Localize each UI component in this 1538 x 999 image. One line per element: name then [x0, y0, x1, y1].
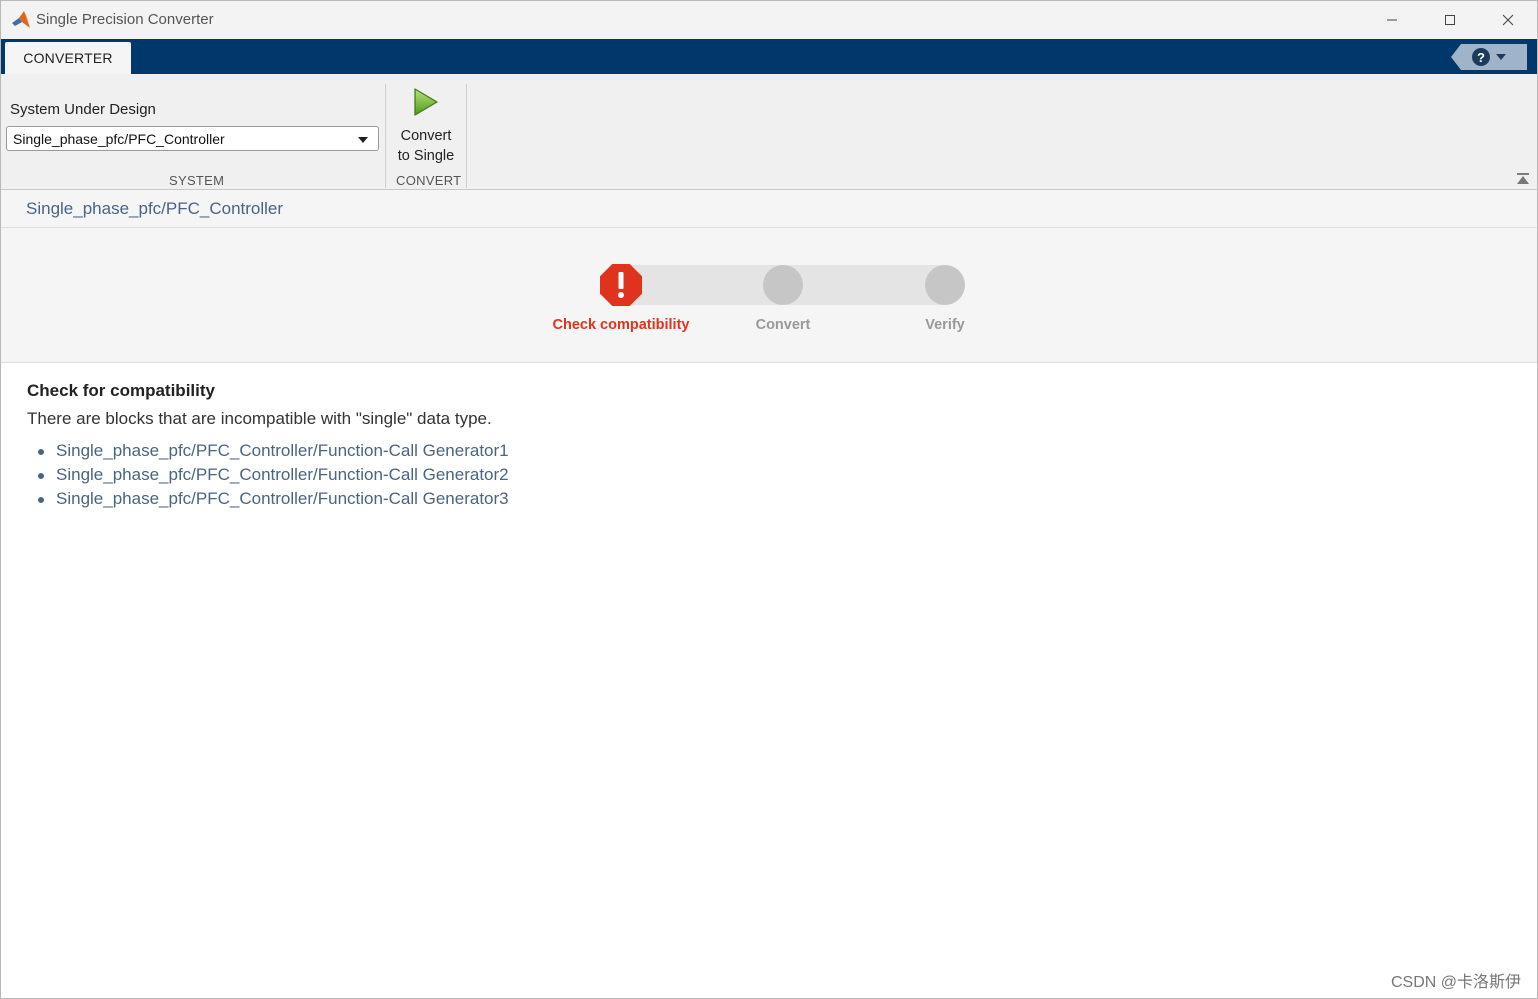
close-button[interactable] — [1479, 1, 1537, 39]
maximize-button[interactable] — [1421, 1, 1479, 39]
maximize-icon — [1445, 15, 1455, 25]
block-link[interactable]: Single_phase_pfc/PFC_Controller/Function… — [56, 441, 509, 460]
error-icon — [600, 264, 642, 306]
system-under-design-label: System Under Design — [10, 101, 156, 118]
block-link[interactable]: Single_phase_pfc/PFC_Controller/Function… — [56, 465, 509, 484]
convert-label-line1: Convert — [400, 128, 452, 144]
workflow-progress: Check compatibility Convert Verify — [1, 228, 1537, 363]
incompatible-block-list: Single_phase_pfc/PFC_Controller/Function… — [27, 439, 509, 511]
list-item: Single_phase_pfc/PFC_Controller/Function… — [27, 439, 509, 463]
section-heading: Check for compatibility — [27, 381, 215, 400]
tab-converter[interactable]: CONVERTER — [5, 42, 131, 74]
system-under-design-value: Single_phase_pfc/PFC_Controller — [13, 130, 225, 147]
block-link[interactable]: Single_phase_pfc/PFC_Controller/Function… — [56, 489, 509, 508]
minimize-button[interactable] — [1363, 1, 1421, 39]
group-label-convert: CONVERT — [396, 173, 462, 188]
group-label-system: SYSTEM — [169, 173, 225, 188]
step-label-convert: Convert — [755, 317, 811, 333]
play-icon — [414, 88, 438, 116]
group-divider — [466, 84, 467, 188]
incompatibility-message: There are blocks that are incompatible w… — [27, 409, 492, 428]
step-verify-indicator — [925, 265, 965, 305]
system-under-design-dropdown[interactable]: Single_phase_pfc/PFC_Controller — [6, 126, 379, 151]
ribbon-tab-strip: CONVERTER ? — [1, 39, 1537, 74]
window-title: Single Precision Converter — [36, 11, 214, 28]
bullet — [38, 497, 44, 503]
collapse-ribbon-icon[interactable] — [1516, 172, 1530, 186]
list-item: Single_phase_pfc/PFC_Controller/Function… — [27, 463, 509, 487]
group-divider — [385, 84, 386, 188]
bullet — [38, 449, 44, 455]
help-button[interactable]: ? — [1451, 44, 1527, 70]
breadcrumb-path[interactable]: Single_phase_pfc/PFC_Controller — [26, 199, 283, 219]
toolstrip: System Under Design Single_phase_pfc/PFC… — [1, 74, 1537, 190]
matlab-logo-icon — [12, 11, 30, 28]
breadcrumb: Single_phase_pfc/PFC_Controller — [1, 190, 1537, 228]
help-icon: ? — [1472, 48, 1490, 66]
convert-to-single-button[interactable]: Convert to Single — [388, 84, 464, 168]
watermark: CSDN @卡洛斯伊 — [1390, 974, 1521, 991]
dropdown-caret-icon — [358, 137, 368, 143]
bullet — [38, 473, 44, 479]
list-item: Single_phase_pfc/PFC_Controller/Function… — [27, 487, 509, 511]
step-label-check-compatibility: Check compatibility — [552, 317, 690, 333]
chevron-down-icon — [1496, 54, 1506, 60]
minimize-icon — [1387, 19, 1397, 21]
convert-button-label: Convert to Single — [388, 126, 464, 166]
convert-label-line2: to Single — [397, 148, 455, 164]
close-icon — [1502, 14, 1514, 26]
step-convert-indicator — [763, 265, 803, 305]
step-label-verify: Verify — [925, 317, 965, 333]
app-window: Single Precision Converter CONVERTER ? S… — [0, 0, 1538, 999]
title-bar: Single Precision Converter — [1, 1, 1537, 39]
